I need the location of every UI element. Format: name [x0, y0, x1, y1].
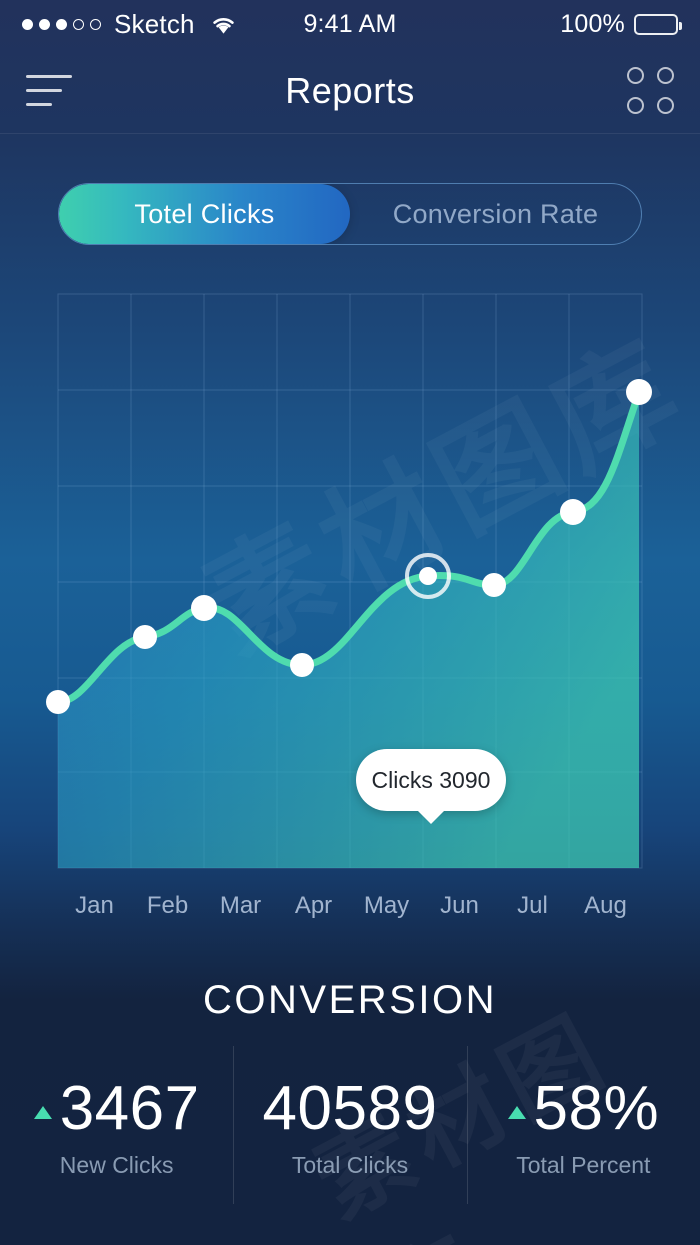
battery-full-icon [634, 13, 682, 35]
data-point-apr [290, 653, 314, 677]
x-tick-label: Jan [75, 892, 114, 919]
chart-tooltip: Clicks 3090 [356, 749, 506, 824]
status-bar-left: Sketch [22, 9, 237, 40]
hamburger-menu-icon[interactable] [26, 68, 82, 114]
signal-strength-icon [22, 18, 101, 30]
chart-x-axis-labels: Jan Feb Mar Apr May Jun Jul Aug [58, 892, 642, 920]
segmented-control[interactable]: Totel Clicks Conversion Rate [58, 183, 642, 245]
triangle-up-icon [33, 1105, 52, 1119]
page-title: Reports [285, 69, 415, 111]
data-point-mar [191, 595, 217, 621]
wifi-icon [210, 14, 237, 35]
battery-percent-label: 100% [560, 9, 625, 38]
app-screen: 素材图库 素材图库 Sketch 9:41 AM 100% [0, 0, 700, 1245]
stat-label: Total Clicks [291, 1151, 409, 1178]
x-tick-label: Apr [294, 892, 333, 919]
stat-value: 3467 [59, 1074, 200, 1144]
data-point-jan [46, 690, 70, 714]
data-point-jul [560, 499, 586, 525]
conversion-stats: 3467 New Clicks 40589 Total Clicks 58% T… [0, 1046, 700, 1205]
x-tick-label: Aug [584, 892, 627, 919]
x-tick-label: Jul [517, 892, 548, 919]
stat-value: 58% [533, 1074, 660, 1144]
conversion-heading: CONVERSION [203, 978, 497, 1022]
stat-total-clicks[interactable]: 40589 Total Clicks [233, 1046, 466, 1205]
x-tick-label: Jun [440, 892, 479, 919]
grid-view-icon[interactable] [627, 67, 674, 114]
data-point-aug [626, 379, 652, 405]
data-point-jun [482, 573, 506, 597]
x-tick-label: Feb [146, 892, 189, 919]
carrier-label: Sketch [114, 8, 195, 39]
clicks-line-chart[interactable]: Clicks 3090 [0, 280, 700, 900]
status-bar-right: 100% [560, 9, 682, 39]
stat-label: Total Percent [516, 1151, 651, 1178]
nav-bar: Reports [0, 48, 700, 134]
data-point-feb [133, 625, 157, 649]
tooltip-label: Clicks 3090 [371, 766, 491, 793]
stat-value: 40589 [262, 1074, 438, 1144]
stat-total-percent[interactable]: 58% Total Percent [466, 1046, 700, 1205]
x-tick-label: Mar [219, 892, 262, 919]
x-tick-label: May [363, 892, 410, 919]
tab-conversion-rate[interactable]: Conversion Rate [350, 184, 641, 244]
triangle-up-icon [507, 1105, 526, 1119]
status-bar: Sketch 9:41 AM 100% [0, 0, 700, 48]
stat-new-clicks[interactable]: 3467 New Clicks [0, 1050, 233, 1205]
stat-label: New Clicks [59, 1151, 174, 1178]
tab-totel-clicks[interactable]: Totel Clicks [59, 184, 350, 244]
